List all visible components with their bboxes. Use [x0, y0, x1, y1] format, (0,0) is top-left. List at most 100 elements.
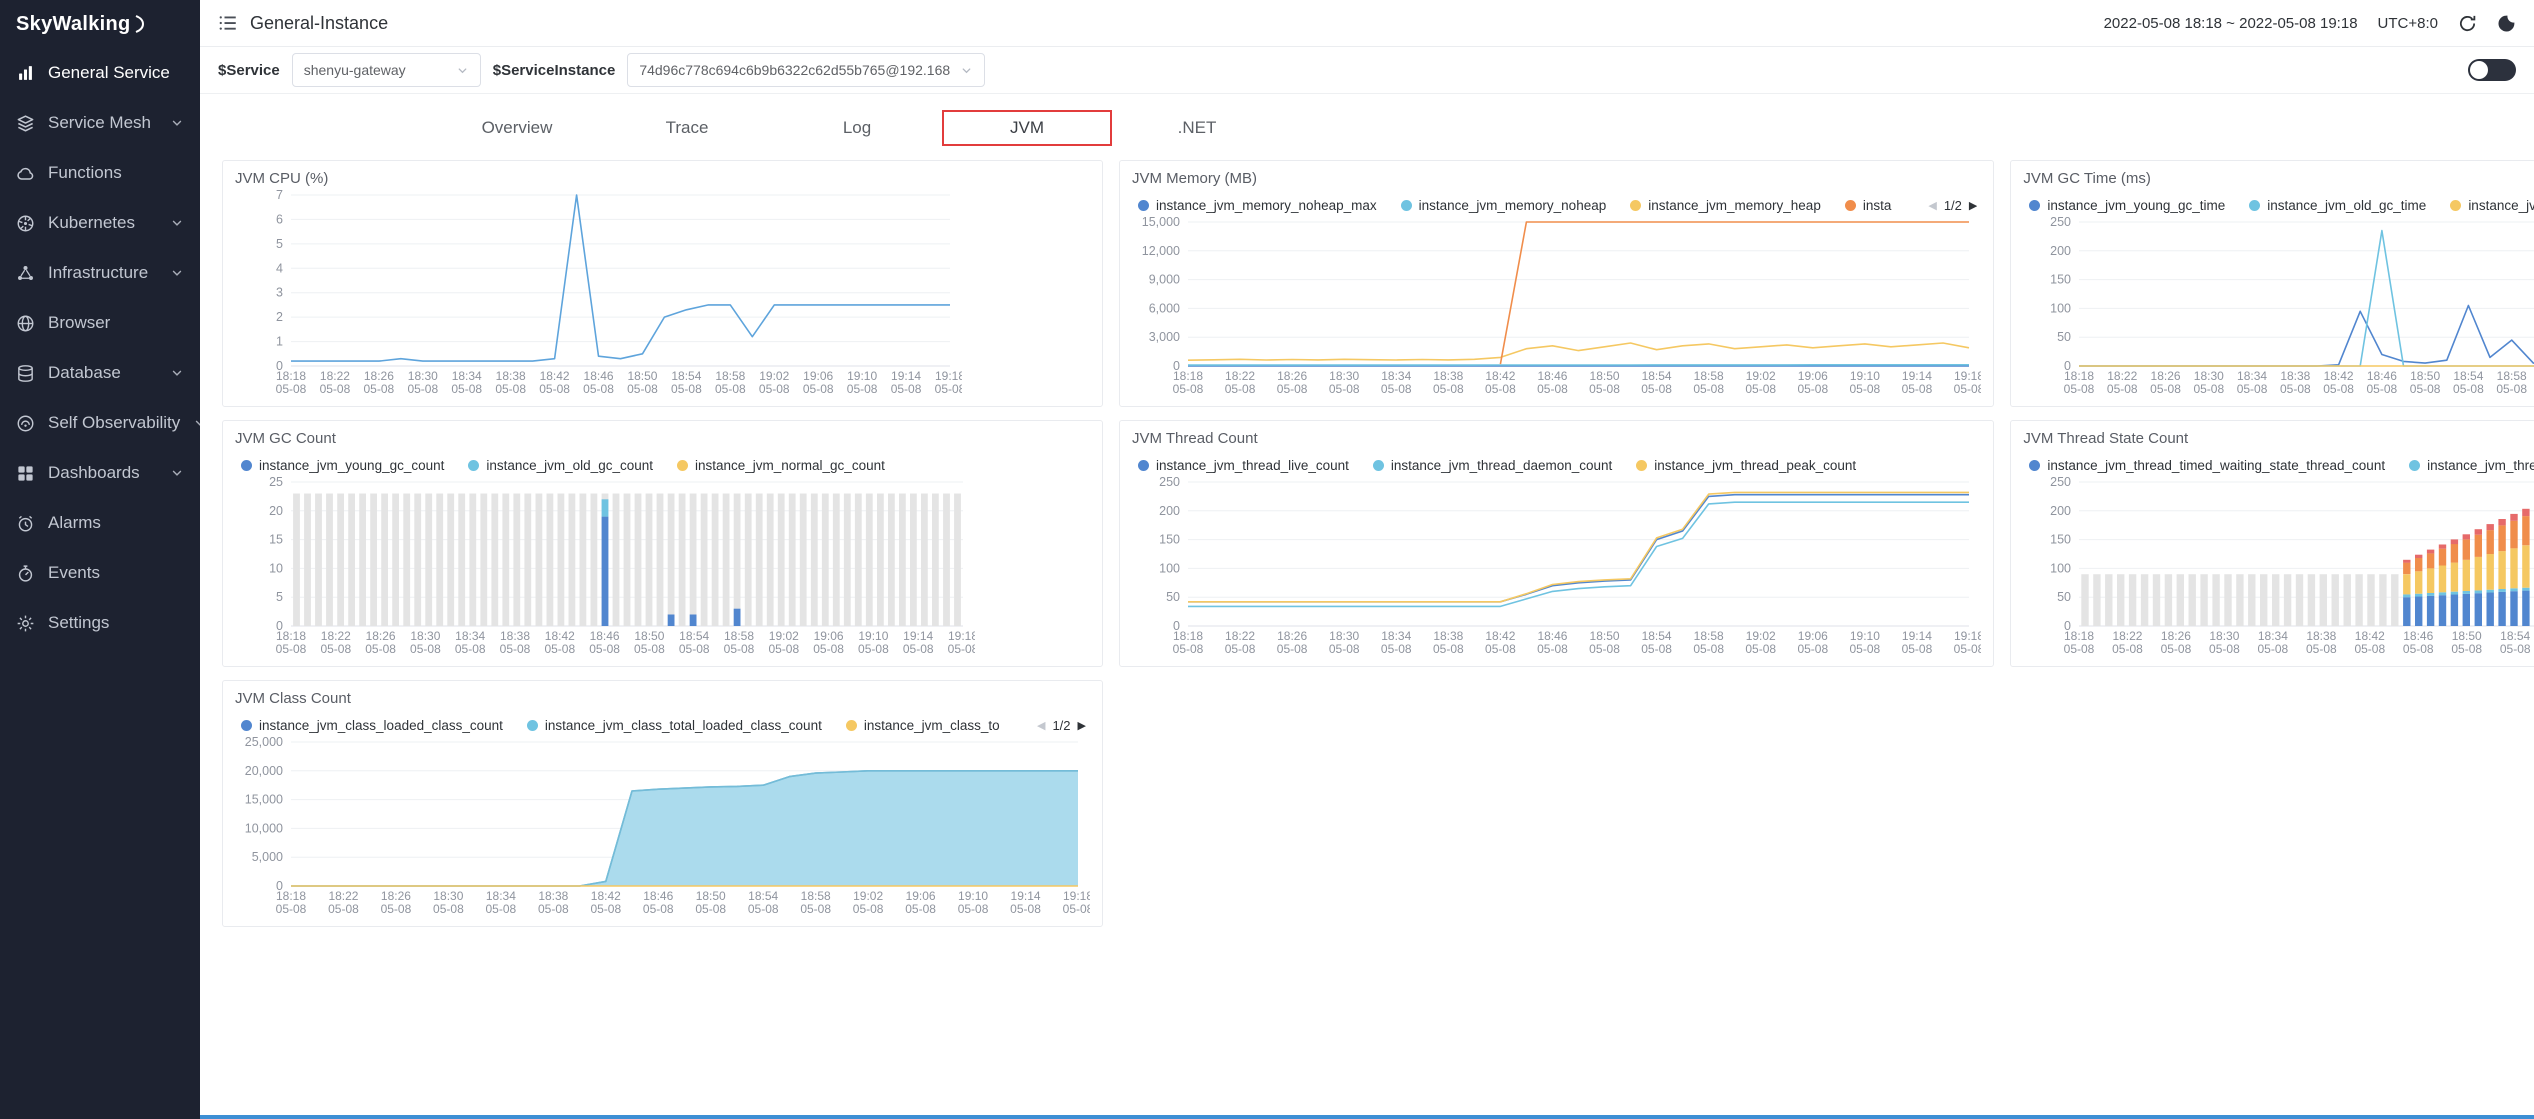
app-logo[interactable]: SkyWalking [0, 0, 200, 48]
sidebar-item-functions[interactable]: Functions [0, 148, 200, 198]
sidebar-item-events[interactable]: Events [0, 548, 200, 598]
svg-text:05-08: 05-08 [1537, 382, 1568, 396]
edit-mode-toggle[interactable] [2468, 59, 2516, 81]
svg-text:18:22: 18:22 [328, 889, 358, 903]
svg-text:05-08: 05-08 [935, 382, 962, 396]
time-range-picker[interactable]: 2022-05-08 18:18 ~ 2022-05-08 19:18 [2104, 15, 2358, 32]
legend-dot [241, 720, 252, 731]
svg-text:18:54: 18:54 [748, 889, 778, 903]
legend-prev-icon[interactable]: ◀ [1928, 199, 1936, 212]
svg-text:05-08: 05-08 [2410, 382, 2441, 396]
sidebar-item-database[interactable]: Database [0, 348, 200, 398]
sidebar-item-kubernetes[interactable]: Kubernetes [0, 198, 200, 248]
svg-text:25: 25 [269, 475, 283, 489]
chart-plot[interactable]: 0123456718:1805-0818:2205-0818:2605-0818… [235, 187, 1090, 400]
theme-moon-icon[interactable] [2497, 14, 2516, 33]
sidebar-item-self-observability[interactable]: Self Observability [0, 398, 200, 448]
tab-log[interactable]: Log [772, 110, 942, 146]
svg-text:18:30: 18:30 [1329, 369, 1359, 383]
legend-item-instance-jvm-thread-blocked-state-thread-count[interactable]: instance_jvm_thread_blocked_state_thread… [2409, 458, 2534, 473]
svg-text:250: 250 [1159, 475, 1180, 489]
svg-text:05-08: 05-08 [1381, 642, 1412, 656]
legend-item-instance-jvm-class-total-loaded-class-count[interactable]: instance_jvm_class_total_loaded_class_co… [527, 718, 822, 733]
chart-plot[interactable]: 05010015020025018:1805-0818:2205-0818:26… [2023, 474, 2534, 660]
svg-text:05-08: 05-08 [2355, 642, 2386, 656]
legend-item-insta[interactable]: insta [1845, 198, 1892, 213]
chart-plot[interactable]: 051015202518:1805-0818:2205-0818:2605-08… [235, 474, 1090, 660]
legend-item-instance-jvm-old-gc-count[interactable]: instance_jvm_old_gc_count [468, 458, 653, 473]
legend-item-instance-jvm-old-gc-time[interactable]: instance_jvm_old_gc_time [2249, 198, 2426, 213]
svg-text:05-08: 05-08 [539, 382, 570, 396]
legend-item-instance-jvm-class-loaded-class-count[interactable]: instance_jvm_class_loaded_class_count [241, 718, 503, 733]
legend-item-instance-jvm-young-gc-time[interactable]: instance_jvm_young_gc_time [2029, 198, 2225, 213]
svg-text:18:50: 18:50 [2452, 629, 2482, 643]
svg-text:1: 1 [276, 335, 283, 349]
svg-text:05-08: 05-08 [486, 902, 517, 916]
svg-text:3,000: 3,000 [1149, 330, 1180, 344]
svg-text:05-08: 05-08 [1797, 642, 1828, 656]
svg-text:18:22: 18:22 [321, 629, 351, 643]
chart-plot[interactable]: 05010015020025018:1805-0818:2205-0818:26… [2023, 214, 2534, 400]
svg-text:18:34: 18:34 [452, 369, 482, 383]
instance-select[interactable]: 74d96c778c694c6b9b6322c62d55b765@192.168 [627, 53, 985, 87]
chart-plot[interactable]: 05,00010,00015,00020,00025,00018:1805-08… [235, 734, 1090, 920]
legend-item-instance-jvm-memory-noheap[interactable]: instance_jvm_memory_noheap [1401, 198, 1607, 213]
sidebar-item-settings[interactable]: Settings [0, 598, 200, 648]
legend-item-instance-jvm-thread-peak-count[interactable]: instance_jvm_thread_peak_count [1636, 458, 1856, 473]
legend-label: instance_jvm_class_total_loaded_class_co… [545, 718, 822, 733]
legend-item-instance-jvm-memory-noheap-max[interactable]: instance_jvm_memory_noheap_max [1138, 198, 1377, 213]
svg-text:19:10: 19:10 [847, 369, 877, 383]
tab-jvm[interactable]: JVM [942, 110, 1112, 146]
svg-text:05-08: 05-08 [847, 382, 878, 396]
chart-plot[interactable]: 03,0006,0009,00012,00015,00018:1805-0818… [1132, 214, 1981, 400]
sidebar-item-infrastructure[interactable]: Infrastructure [0, 248, 200, 298]
svg-text:15,000: 15,000 [245, 793, 283, 807]
legend-item-instance-jvm-young-gc-count[interactable]: instance_jvm_young_gc_count [241, 458, 444, 473]
svg-text:18:26: 18:26 [366, 629, 396, 643]
legend-item-instance-jvm-thread-live-count[interactable]: instance_jvm_thread_live_count [1138, 458, 1349, 473]
chevron-down-icon [170, 266, 184, 280]
legend-item-instance-jvm-thread-daemon-count[interactable]: instance_jvm_thread_daemon_count [1373, 458, 1612, 473]
legend-prev-icon[interactable]: ◀ [1037, 719, 1045, 732]
svg-text:05-08: 05-08 [1433, 382, 1464, 396]
svg-text:18:18: 18:18 [276, 889, 306, 903]
legend-item-instance-jvm-normal-gc-count[interactable]: instance_jvm_normal_gc_count [677, 458, 885, 473]
svg-text:18:50: 18:50 [634, 629, 664, 643]
legend-dot [241, 460, 252, 471]
sidebar-item-dashboards[interactable]: Dashboards [0, 448, 200, 498]
sidebar-item-browser[interactable]: Browser [0, 298, 200, 348]
svg-text:18:22: 18:22 [320, 369, 350, 383]
svg-text:18:50: 18:50 [1590, 369, 1620, 383]
refresh-icon[interactable] [2458, 14, 2477, 33]
dashboard-list-icon[interactable] [218, 13, 238, 33]
tab-overview[interactable]: Overview [432, 110, 602, 146]
panel-jvm-gc-time-ms: JVM GC Time (ms)instance_jvm_young_gc_ti… [2010, 160, 2534, 407]
sidebar-item-general-service[interactable]: General Service [0, 48, 200, 98]
legend-item-instance-jvm-memory-heap[interactable]: instance_jvm_memory_heap [1630, 198, 1821, 213]
tab-trace[interactable]: Trace [602, 110, 772, 146]
svg-text:18:34: 18:34 [486, 889, 516, 903]
service-select[interactable]: shenyu-gateway [292, 53, 481, 87]
chart-plot[interactable]: 05010015020025018:1805-0818:2205-0818:26… [1132, 474, 1981, 660]
svg-text:50: 50 [1166, 590, 1180, 604]
legend-item-instance-jvm-normal-gc-time[interactable]: instance_jvm_normal_gc_time [2450, 198, 2534, 213]
sidebar-item-alarms[interactable]: Alarms [0, 498, 200, 548]
legend-dot [1845, 200, 1856, 211]
panel-jvm-gc-count: JVM GC Countinstance_jvm_young_gc_counti… [222, 420, 1103, 667]
panel-jvm-cpu: JVM CPU (%)0123456718:1805-0818:2205-081… [222, 160, 1103, 407]
svg-text:150: 150 [2051, 273, 2072, 287]
legend-item-instance-jvm-class-to[interactable]: instance_jvm_class_to [846, 718, 1000, 733]
bottom-scrollbar[interactable] [200, 1115, 2534, 1119]
legend-next-icon[interactable]: ▶ [1078, 719, 1086, 732]
svg-text:18:34: 18:34 [1381, 629, 1411, 643]
svg-text:18:58: 18:58 [724, 629, 754, 643]
svg-text:18:50: 18:50 [2410, 369, 2440, 383]
svg-text:18:26: 18:26 [2151, 369, 2181, 383]
sidebar-item-service-mesh[interactable]: Service Mesh [0, 98, 200, 148]
tab-net[interactable]: .NET [1112, 110, 1282, 146]
legend-next-icon[interactable]: ▶ [1969, 199, 1977, 212]
legend-dot [1138, 200, 1149, 211]
timezone-label[interactable]: UTC+8:0 [2378, 15, 2438, 32]
legend-item-instance-jvm-thread-timed-waiting-state-thread-count[interactable]: instance_jvm_thread_timed_waiting_state_… [2029, 458, 2385, 473]
legend-label: instance_jvm_old_gc_time [2267, 198, 2426, 213]
